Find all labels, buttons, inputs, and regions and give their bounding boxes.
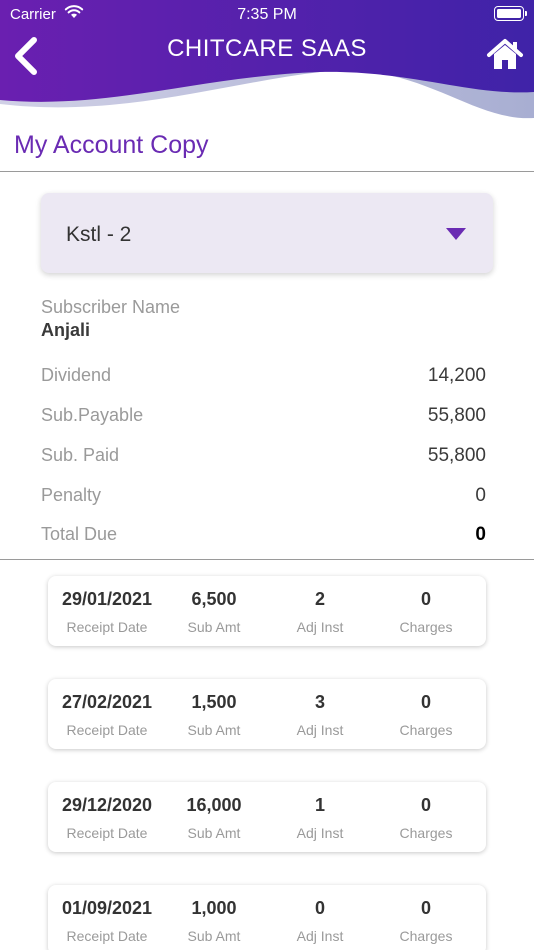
chit-group-dropdown[interactable]: Kstl - 2 bbox=[41, 193, 493, 273]
page-title: My Account Copy bbox=[14, 131, 209, 159]
adj-inst-value: 2 bbox=[314, 589, 325, 609]
home-button[interactable] bbox=[486, 38, 524, 72]
receipt-date-value: 01/09/2021 bbox=[61, 898, 153, 918]
sub-paid-label: Sub. Paid bbox=[41, 445, 120, 465]
dividend-value: 14,200 bbox=[427, 365, 486, 386]
charges-value: 0 bbox=[420, 589, 431, 609]
subscriber-name-value: Anjali bbox=[41, 320, 91, 340]
sub-amt-label: Sub Amt bbox=[187, 722, 241, 738]
battery-icon bbox=[494, 6, 527, 21]
charges-value: 0 bbox=[420, 795, 431, 815]
sub-amt-value: 6,500 bbox=[191, 589, 237, 609]
sub-amt-value: 16,000 bbox=[186, 795, 242, 815]
charges-label: Charges bbox=[399, 722, 453, 738]
charges-label: Charges bbox=[399, 825, 453, 841]
status-bar: Carrier 7:35 PM bbox=[0, 0, 534, 28]
header-title: CHITCARE SAAS bbox=[167, 35, 367, 62]
sub-amt-value: 1,000 bbox=[191, 898, 237, 918]
subscriber-name-label: Subscriber Name bbox=[41, 297, 181, 317]
receipt-card[interactable]: 27/02/2021 Receipt Date 1,500 Sub Amt 3 Adj… bbox=[48, 679, 486, 749]
total-due-value: 0 bbox=[475, 524, 486, 545]
receipt-card[interactable]: 29/12/2020 Receipt Date 16,000 Sub Amt 1 Ad… bbox=[48, 782, 486, 852]
receipt-date-label: Receipt Date bbox=[66, 928, 148, 944]
receipt-date-label: Receipt Date bbox=[66, 619, 148, 635]
adj-inst-label: Adj Inst bbox=[296, 722, 344, 738]
charges-value: 0 bbox=[420, 898, 431, 918]
sub-amt-label: Sub Amt bbox=[187, 928, 241, 944]
receipt-date-label: Receipt Date bbox=[66, 722, 148, 738]
receipt-date-value: 29/12/2020 bbox=[61, 795, 153, 815]
divider bbox=[0, 171, 534, 172]
adj-inst-value: 1 bbox=[314, 795, 325, 815]
charges-label: Charges bbox=[399, 619, 453, 635]
adj-inst-value: 0 bbox=[314, 898, 325, 918]
receipt-card[interactable]: 29/01/2021 Receipt Date 6,500 Sub Amt 2 Adj… bbox=[48, 576, 486, 646]
sub-payable-label: Sub.Payable bbox=[41, 405, 144, 425]
adj-inst-value: 3 bbox=[314, 692, 325, 712]
sub-amt-label: Sub Amt bbox=[187, 825, 241, 841]
adj-inst-label: Adj Inst bbox=[296, 619, 344, 635]
total-due-label: Total Due bbox=[41, 524, 118, 544]
sub-amt-label: Sub Amt bbox=[187, 619, 241, 635]
sub-amt-value: 1,500 bbox=[191, 692, 237, 712]
dividend-label: Dividend bbox=[41, 365, 112, 385]
penalty-label: Penalty bbox=[41, 485, 102, 505]
caret-down-icon bbox=[446, 228, 466, 240]
charges-value: 0 bbox=[420, 692, 431, 712]
receipt-card[interactable]: 01/09/2021 Receipt Date 1,000 Sub Amt 0 Adj… bbox=[48, 885, 486, 950]
penalty-value: 0 bbox=[475, 485, 486, 506]
sub-paid-value: 55,800 bbox=[427, 445, 486, 466]
dropdown-selected-value: Kstl - 2 bbox=[66, 223, 132, 246]
receipt-date-value: 27/02/2021 bbox=[61, 692, 153, 712]
status-time: 7:35 PM bbox=[237, 6, 297, 23]
divider bbox=[0, 559, 534, 560]
home-icon bbox=[487, 39, 523, 69]
receipt-date-value: 29/01/2021 bbox=[61, 589, 153, 609]
app-header: Carrier 7:35 PM CHITCARE SAAS bbox=[0, 0, 534, 122]
adj-inst-label: Adj Inst bbox=[296, 928, 344, 944]
receipt-date-label: Receipt Date bbox=[66, 825, 148, 841]
charges-label: Charges bbox=[399, 928, 453, 944]
sub-payable-value: 55,800 bbox=[427, 405, 486, 426]
adj-inst-label: Adj Inst bbox=[296, 825, 344, 841]
screen: Carrier 7:35 PM CHITCARE SAAS My Account… bbox=[0, 0, 534, 950]
